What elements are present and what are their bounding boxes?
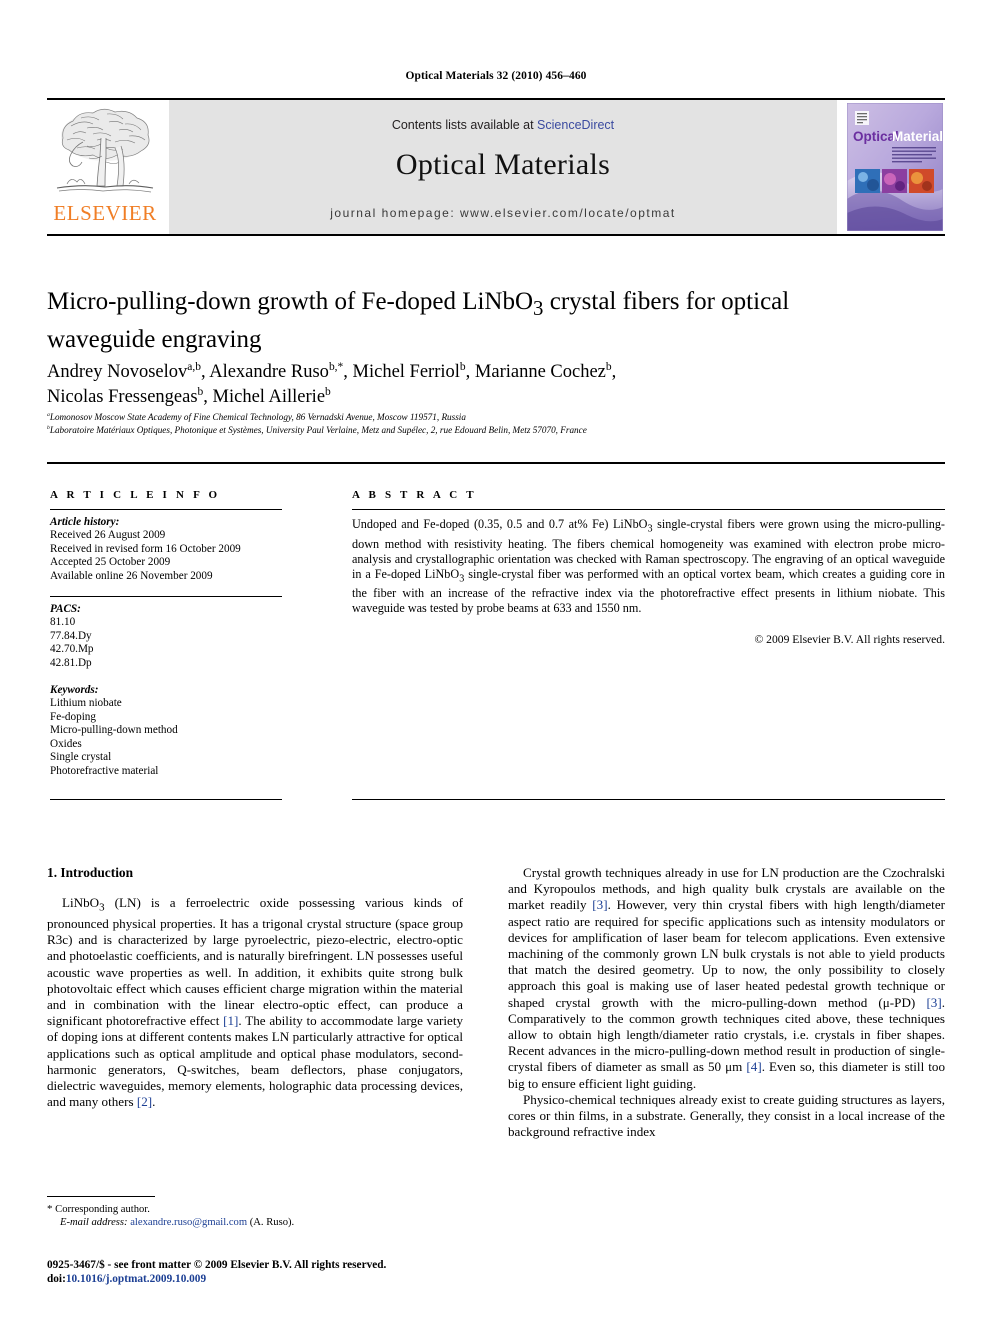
body-column-left: 1. Introduction LiNbO3 (LN) is a ferroel… bbox=[47, 865, 463, 1110]
author-affil-marks: b bbox=[325, 385, 331, 398]
author[interactable]: Andrey Novoselova,b bbox=[47, 360, 201, 382]
affiliation-text: Laboratoire Matériaux Optiques, Photoniq… bbox=[49, 424, 587, 435]
sciencedirect-link[interactable]: ScienceDirect bbox=[537, 118, 614, 132]
author-name: Marianne Cochez bbox=[474, 362, 606, 382]
article-history-item: Accepted 25 October 2009 bbox=[50, 556, 171, 569]
email-link[interactable]: alexandre.ruso@gmail.com bbox=[130, 1217, 247, 1228]
author-affil-marks: b,* bbox=[328, 360, 344, 373]
contents-prefix: Contents lists available at bbox=[391, 118, 538, 132]
abstract-text: Undoped and Fe-doped (0.35, 0.5 and 0.7 … bbox=[352, 517, 945, 616]
divider-abstract-top bbox=[352, 509, 945, 510]
pacs-item: 81.10 bbox=[50, 616, 76, 629]
author-sep: , bbox=[203, 387, 213, 407]
keywords-label: Keywords: bbox=[50, 684, 99, 697]
doi-link[interactable]: 10.1016/j.optmat.2009.10.009 bbox=[66, 1273, 206, 1285]
section-heading-introduction: 1. Introduction bbox=[47, 865, 134, 880]
email-label: E-mail address: bbox=[60, 1217, 128, 1229]
copyright-line: © 2009 Elsevier B.V. All rights reserved… bbox=[754, 633, 945, 646]
author-name: Michel Ferriol bbox=[352, 362, 460, 382]
keyword-item: Photorefractive material bbox=[50, 764, 159, 777]
abstract-heading: A B S T R A C T bbox=[352, 489, 477, 501]
corresponding-author-text: Corresponding author. bbox=[55, 1204, 150, 1215]
journal-cover-image: Optical Materials bbox=[847, 103, 943, 231]
author[interactable]: Michel Aillerieb bbox=[212, 385, 331, 407]
author-name: Nicolas Fressengeas bbox=[47, 387, 198, 407]
contents-available-line: Contents lists available at ScienceDirec… bbox=[169, 118, 837, 132]
divider-article-info-bottom bbox=[50, 799, 282, 800]
divider-abstract-bottom bbox=[352, 799, 945, 800]
author-affil-marks: a,b bbox=[187, 360, 201, 373]
keywords-group: Keywords: Lithium niobate Fe-doping Micr… bbox=[50, 684, 290, 778]
author[interactable]: Michel Ferriolb bbox=[352, 361, 466, 382]
email-suffix: (A. Ruso). bbox=[249, 1217, 295, 1229]
journal-homepage-line[interactable]: journal homepage: www.elsevier.com/locat… bbox=[169, 206, 837, 220]
article-history-group: Article history: Received 26 August 2009… bbox=[50, 516, 290, 583]
article-title-part1: Micro-pulling-down growth of Fe-doped Li… bbox=[47, 288, 534, 315]
body-column-right: Crystal growth techniques already in use… bbox=[508, 865, 945, 1140]
divider-under-affiliations bbox=[47, 462, 945, 464]
svg-text:Materials: Materials bbox=[892, 129, 943, 144]
article-info-heading: A R T I C L E I N F O bbox=[50, 489, 221, 501]
footnote-block: * Corresponding author. E-mail address: … bbox=[47, 1203, 467, 1230]
divider-article-info-top bbox=[50, 509, 282, 510]
affiliation-text: Lomonosov Moscow State Academy of Fine C… bbox=[49, 412, 466, 422]
body-paragraph: Crystal growth techniques already in use… bbox=[508, 865, 945, 1091]
article-title-subscript: 3 bbox=[533, 296, 544, 320]
elsevier-tree-icon bbox=[56, 108, 154, 193]
email-note: E-mail address: alexandre.ruso@gmail.com… bbox=[47, 1216, 467, 1229]
keyword-item: Single crystal bbox=[50, 751, 112, 764]
keyword-item: Oxides bbox=[50, 737, 82, 750]
affiliation-item: aLomonosov Moscow State Academy of Fine … bbox=[47, 411, 937, 424]
divider-article-history-pacs bbox=[50, 596, 282, 598]
author-sep: , bbox=[465, 362, 475, 382]
journal-cover-thumbnail[interactable]: Optical Materials bbox=[845, 100, 945, 234]
elsevier-logo: ELSEVIER bbox=[47, 100, 163, 234]
article-history-item: Received in revised form 16 October 2009 bbox=[50, 542, 241, 555]
footnote-divider bbox=[47, 1196, 155, 1197]
doi-prefix: doi: bbox=[47, 1273, 66, 1285]
journal-masthead: ELSEVIER Contents lists available at Sci… bbox=[47, 98, 945, 236]
pacs-item: 77.84.Dy bbox=[50, 629, 92, 642]
author-sep: , bbox=[611, 362, 617, 382]
author-list: Andrey Novoselova,b, Alexandre Rusob,*, … bbox=[47, 360, 917, 410]
article-history-item: Received 26 August 2009 bbox=[50, 529, 166, 542]
keyword-item: Micro-pulling-down method bbox=[50, 724, 178, 737]
article-history-item: Available online 26 November 2009 bbox=[50, 569, 213, 582]
journal-banner: Contents lists available at ScienceDirec… bbox=[169, 100, 837, 234]
author-sep: , bbox=[200, 362, 210, 382]
journal-title: Optical Materials bbox=[395, 148, 611, 181]
author[interactable]: Nicolas Fressengeasb bbox=[47, 386, 203, 407]
pacs-item: 42.70.Mp bbox=[50, 643, 94, 656]
author-name: Alexandre Ruso bbox=[209, 362, 329, 382]
affiliation-item: bLaboratoire Matériaux Optiques, Photoni… bbox=[47, 424, 937, 437]
article-history-label: Article history: bbox=[50, 516, 120, 528]
pacs-item: 42.81.Dp bbox=[50, 656, 92, 669]
affiliation-list: aLomonosov Moscow State Academy of Fine … bbox=[47, 411, 937, 436]
pacs-label: PACS: bbox=[50, 603, 81, 616]
footnote-star-marker: * bbox=[47, 1203, 53, 1215]
issn-copyright-block: 0925-3467/$ - see front matter © 2009 El… bbox=[47, 1258, 517, 1286]
keyword-item: Fe-doping bbox=[50, 710, 96, 723]
keyword-item: Lithium niobate bbox=[50, 697, 122, 710]
author[interactable]: Marianne Cochezb bbox=[474, 361, 612, 382]
article-title: Micro-pulling-down growth of Fe-doped Li… bbox=[47, 286, 877, 355]
elsevier-wordmark: ELSEVIER bbox=[53, 201, 157, 225]
author-name: Andrey Novoselov bbox=[47, 362, 188, 382]
corresponding-author-note: * Corresponding author. bbox=[47, 1203, 467, 1216]
issn-line: 0925-3467/$ - see front matter © 2009 El… bbox=[47, 1259, 387, 1271]
author-sep: , bbox=[343, 362, 353, 382]
running-head: Optical Materials 32 (2010) 456–460 bbox=[405, 70, 587, 82]
author-name: Michel Aillerie bbox=[212, 387, 326, 407]
article-page: Optical Materials 32 (2010) 456–460 ELSE… bbox=[0, 0, 992, 1323]
author[interactable]: Alexandre Rusob,* bbox=[209, 360, 344, 382]
body-paragraph: Physico-chemical techniques already exis… bbox=[508, 1091, 945, 1140]
pacs-group: PACS: 81.10 77.84.Dy 42.70.Mp 42.81.Dp bbox=[50, 603, 290, 670]
article-info-column: Article history: Received 26 August 2009… bbox=[50, 516, 290, 778]
doi-line: doi:10.1016/j.optmat.2009.10.009 bbox=[47, 1272, 517, 1286]
body-paragraph: LiNbO3 (LN) is a ferroelectric oxide pos… bbox=[47, 895, 464, 1110]
